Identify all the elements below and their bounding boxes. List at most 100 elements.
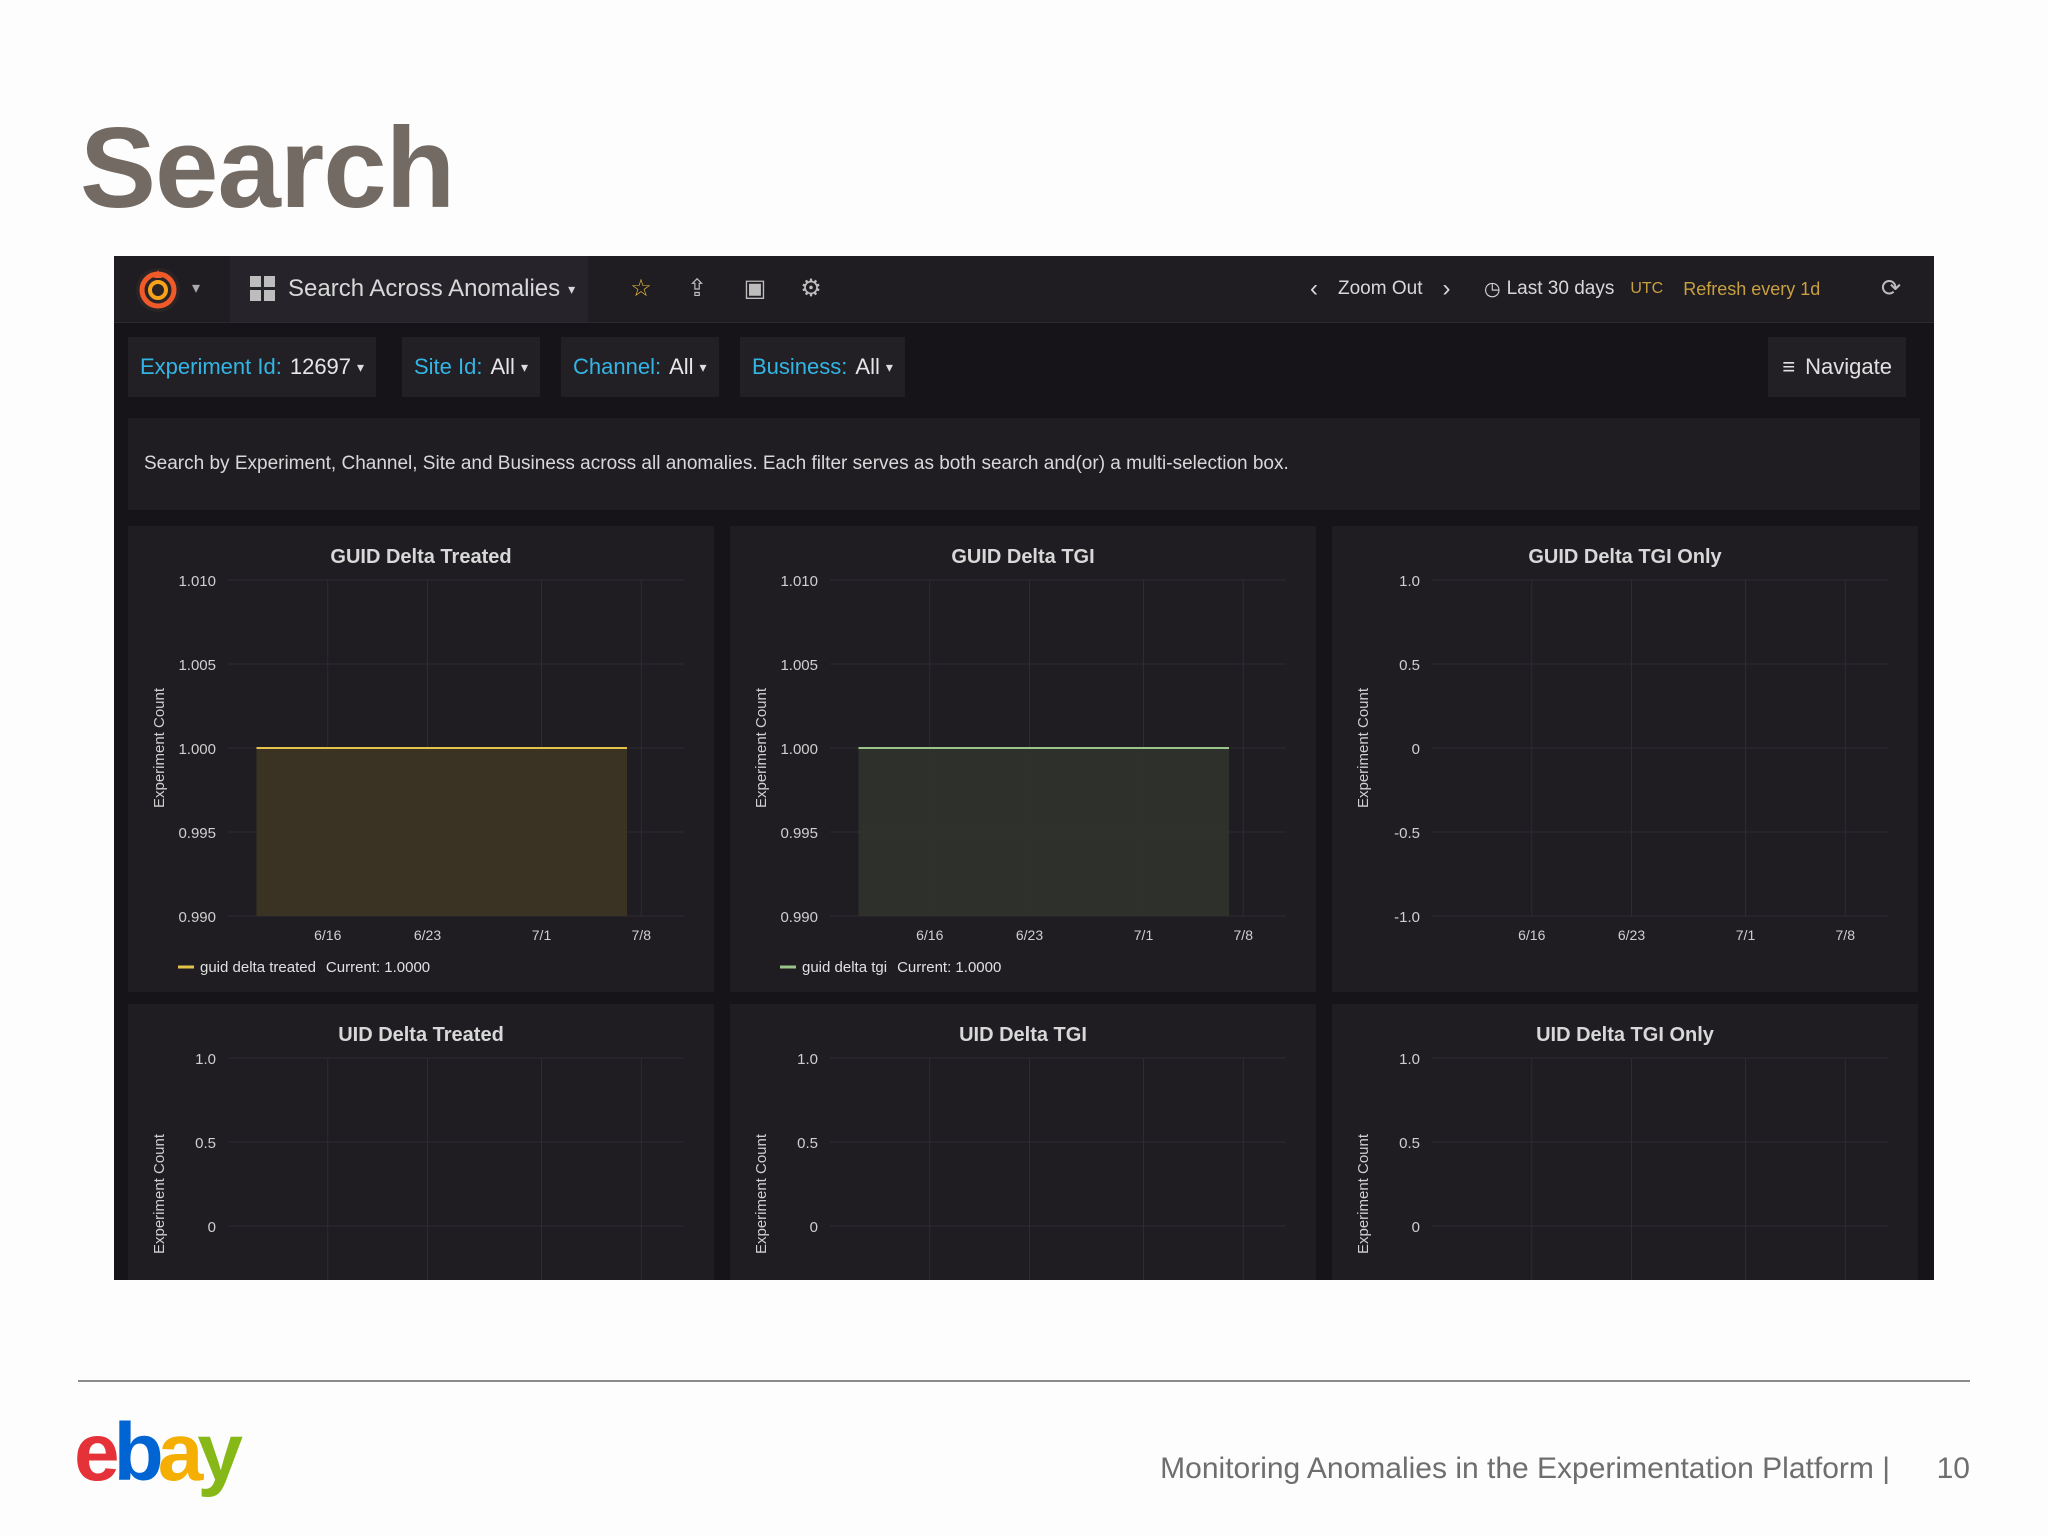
y-tick-label: 1.005 (178, 657, 216, 674)
chevron-down-icon: ▾ (568, 280, 576, 297)
y-axis-label: Experiment Count (753, 1133, 770, 1254)
panel-guid-delta-tgi-only[interactable]: GUID Delta TGI Only 1.0 0.5 0 -0.5 -1.0 6/16 6… (1332, 526, 1918, 992)
y-tick-label: 1.000 (178, 741, 216, 758)
panel-uid-delta-tgi-only[interactable]: UID Delta TGI Only 1.0 0.5 0 Experiment Cou… (1332, 1004, 1918, 1280)
dashboard-title: Search Across Anomalies (288, 275, 561, 302)
share-icon[interactable]: ⇪ (682, 274, 712, 304)
y-tick-label: 1.0 (1399, 573, 1420, 590)
chevron-right-icon[interactable]: › (1442, 275, 1450, 303)
y-tick-label: 1.000 (780, 741, 818, 758)
y-tick-label: 0 (208, 1219, 216, 1236)
y-tick-label: 0.995 (780, 825, 818, 842)
panel-guid-delta-tgi[interactable]: GUID Delta TGI 1.010 1.005 1.000 0.995 0.990… (730, 526, 1316, 992)
time-range-label: Last 30 days (1506, 278, 1615, 299)
chart-svg: 1.0 0.5 0 Experiment Count (1355, 1051, 1888, 1280)
template-variables-bar: Experiment Id: 12697 ▾ Site Id: All ▾ Ch… (114, 323, 1934, 413)
y-tick-label: 1.005 (780, 657, 818, 674)
top-navbar: ▾ Search Across Anomalies ▾ ☆ ⇪ ▣ ⚙ ‹ Zo… (114, 256, 1934, 323)
time-picker[interactable]: ◷ Last 30 days UTC Refresh every 1d (1484, 256, 1820, 322)
gear-icon[interactable]: ⚙ (796, 274, 826, 304)
refresh-interval-label: Refresh every 1d (1683, 278, 1821, 299)
footer-text: Monitoring Anomalies in the Experimentat… (1160, 1452, 1890, 1485)
x-tick-label: 7/8 (632, 927, 652, 943)
y-tick-label: 0.5 (1399, 657, 1420, 674)
x-tick-label: 7/1 (1736, 927, 1756, 943)
y-tick-label: 1.0 (797, 1051, 818, 1068)
zoom-controls: ‹ Zoom Out › (1310, 256, 1450, 322)
y-tick-label: 1.010 (178, 573, 216, 590)
y-axis-label: Experiment Count (753, 687, 770, 808)
y-tick-label: 0.5 (195, 1135, 216, 1152)
x-tick-label: 6/23 (1016, 927, 1043, 943)
legend-series-name: guid delta tgi (802, 959, 887, 976)
grafana-logo-icon[interactable] (134, 266, 182, 314)
chart-svg: 1.0 0.5 0 -0.5 -1.0 6/16 6/23 7/1 7/8 Experiment … (1355, 573, 1888, 943)
x-tick-label: 6/16 (916, 927, 943, 943)
refresh-icon[interactable]: ⟳ (1876, 274, 1906, 304)
panel-uid-delta-treated[interactable]: UID Delta Treated 1.0 0.5 0 Experiment Coun… (128, 1004, 714, 1280)
x-tick-label: 7/8 (1234, 927, 1254, 943)
ebay-logo: ebay (74, 1412, 249, 1498)
filter-label: Channel: (573, 354, 662, 379)
chart-svg: 1.010 1.005 1.000 0.995 0.990 6/16 6/23 7/1 7/8 E… (753, 573, 1286, 976)
y-tick-label: 0 (810, 1219, 818, 1236)
zoom-out-button[interactable]: Zoom Out (1338, 278, 1422, 300)
x-tick-label: 6/16 (314, 927, 341, 943)
series-area (858, 748, 1229, 916)
x-tick-label: 7/1 (1134, 927, 1154, 943)
y-tick-label: 0 (1412, 741, 1420, 758)
dashboard-grid-icon (250, 276, 275, 301)
filter-label: Business: (752, 354, 848, 379)
y-tick-label: -1.0 (1394, 909, 1420, 926)
y-tick-label: 0.5 (1399, 1135, 1420, 1152)
logo-caret-icon[interactable]: ▾ (192, 278, 200, 298)
y-axis-label: Experiment Count (151, 1133, 168, 1254)
chart-svg: 1.0 0.5 0 Experiment Count (151, 1051, 684, 1280)
y-axis-label: Experiment Count (151, 687, 168, 808)
panel-uid-delta-tgi[interactable]: UID Delta TGI 1.0 0.5 0 Experiment Count (730, 1004, 1316, 1280)
chart-svg: 1.010 1.005 1.000 0.995 0.990 6/16 6/23 7/1 7/8 E… (151, 573, 684, 976)
y-tick-label: 0.990 (780, 909, 818, 926)
x-tick-label: 6/23 (414, 927, 441, 943)
description-panel: Search by Experiment, Channel, Site and … (128, 418, 1920, 510)
x-tick-label: 7/8 (1836, 927, 1856, 943)
x-tick-label: 6/16 (1518, 927, 1545, 943)
star-icon[interactable]: ☆ (626, 274, 656, 304)
filter-label: Experiment Id: (140, 354, 282, 379)
chart-svg: 1.0 0.5 0 Experiment Count (753, 1051, 1286, 1280)
y-tick-label: 1.010 (780, 573, 818, 590)
menu-icon: ≡ (1782, 354, 1796, 379)
save-icon[interactable]: ▣ (740, 274, 770, 304)
y-tick-label: 0.5 (797, 1135, 818, 1152)
legend-current-value: Current: 1.0000 (897, 959, 1001, 976)
chevron-down-icon: ▾ (699, 358, 707, 375)
filter-business[interactable]: Business: All ▾ (740, 337, 905, 397)
grafana-screenshot: ▾ Search Across Anomalies ▾ ☆ ⇪ ▣ ⚙ ‹ Zo… (114, 256, 1934, 1280)
chevron-left-icon[interactable]: ‹ (1310, 275, 1318, 303)
description-text: Search by Experiment, Channel, Site and … (144, 453, 1289, 474)
navigate-label: Navigate (1805, 354, 1892, 379)
y-axis-label: Experiment Count (1355, 687, 1372, 808)
y-tick-label: 0.990 (178, 909, 216, 926)
y-tick-label: 0.995 (178, 825, 216, 842)
filter-value: 12697 (289, 354, 352, 379)
y-tick-label: 0 (1412, 1219, 1420, 1236)
y-tick-label: 1.0 (195, 1051, 216, 1068)
filter-site-id[interactable]: Site Id: All ▾ (402, 337, 540, 397)
panel-guid-delta-treated[interactable]: GUID Delta Treated 1.010 1.005 1.000 0.995 0… (128, 526, 714, 992)
filter-channel[interactable]: Channel: All ▾ (561, 337, 719, 397)
x-tick-label: 6/23 (1618, 927, 1645, 943)
series-area (256, 748, 627, 916)
chevron-down-icon: ▾ (520, 358, 528, 375)
filter-value: All (490, 354, 515, 379)
slide-title: Search (80, 105, 455, 232)
x-tick-label: 7/1 (532, 927, 552, 943)
legend-series-name: guid delta treated (200, 959, 316, 976)
filter-value: All (855, 354, 880, 379)
filter-label: Site Id: (414, 354, 483, 379)
dashboard-title-button[interactable]: Search Across Anomalies ▾ (230, 256, 588, 322)
filter-experiment-id[interactable]: Experiment Id: 12697 ▾ (128, 337, 377, 397)
navigate-button[interactable]: ≡ Navigate (1768, 337, 1906, 397)
y-axis-label: Experiment Count (1355, 1133, 1372, 1254)
y-tick-label: 1.0 (1399, 1051, 1420, 1068)
